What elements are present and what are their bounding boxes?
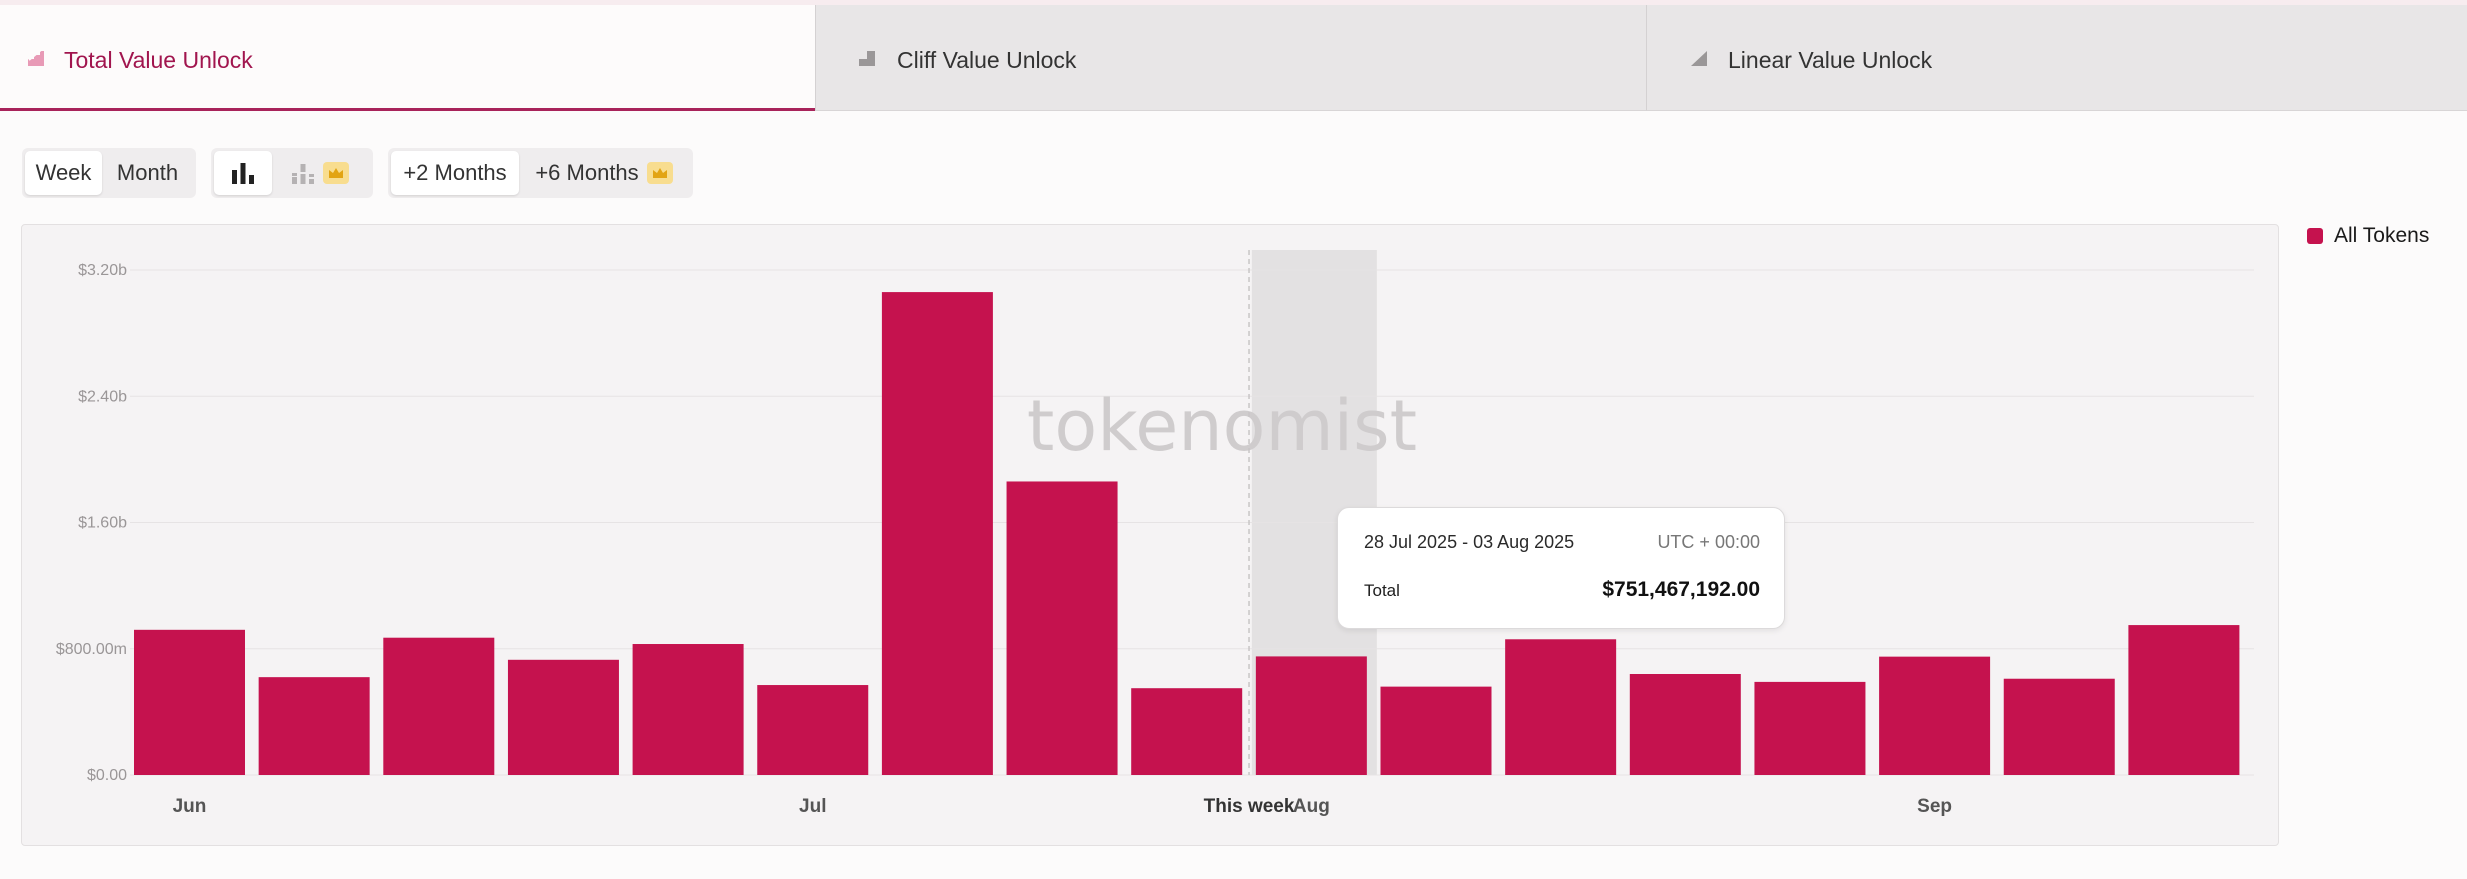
plus-6-months-button[interactable]: +6 Months — [519, 151, 689, 195]
bar — [507, 659, 619, 775]
tab-label: Total Value Unlock — [64, 47, 253, 73]
plus-6-months-label: +6 Months — [535, 160, 639, 185]
chart-tooltip: 28 Jul 2025 - 03 Aug 2025 UTC + 00:00 To… — [1337, 507, 1785, 629]
y-tick-label: $3.20b — [78, 262, 127, 279]
bar — [134, 629, 245, 775]
chart-style-toggle — [211, 148, 373, 198]
tab-linear-value-unlock[interactable]: Linear Value Unlock — [1646, 5, 2467, 111]
cliff-unlock-icon — [859, 51, 875, 66]
bar-chart-button[interactable] — [214, 151, 272, 195]
chart-legend[interactable]: All Tokens — [2307, 224, 2429, 248]
y-tick-label: $2.40b — [78, 388, 127, 405]
y-tick-label: $0.00 — [87, 767, 127, 784]
bar — [1505, 639, 1617, 775]
linear-unlock-icon — [1691, 51, 1707, 66]
legend-label: All Tokens — [2334, 224, 2430, 247]
y-tick-label: $1.60b — [78, 515, 127, 532]
tab-label: Cliff Value Unlock — [897, 47, 1077, 73]
bar — [1006, 481, 1118, 775]
bar — [881, 292, 993, 775]
range-toggle: +2 Months +6 Months — [388, 148, 693, 198]
bar — [2003, 678, 2115, 775]
bar — [383, 637, 495, 775]
tooltip-label: Total — [1364, 581, 1400, 600]
bar — [1879, 656, 1991, 775]
x-axis-label: Jun — [173, 796, 207, 817]
tokenomist-watermark: tokenomist — [1027, 385, 1417, 467]
x-axis-label: Aug — [1293, 796, 1330, 817]
bar-chart-icon — [232, 163, 254, 184]
crown-icon — [322, 162, 349, 184]
total-unlock-icon — [28, 49, 44, 66]
tab-total-value-unlock[interactable]: Total Value Unlock — [0, 5, 815, 111]
week-button[interactable]: Week — [25, 151, 102, 195]
granularity-toggle: Week Month — [22, 148, 196, 198]
unlock-tabs: Total Value Unlock Cliff Value Unlock Li… — [0, 5, 2467, 111]
tooltip-date-range: 28 Jul 2025 - 03 Aug 2025 — [1364, 532, 1575, 552]
x-axis-label: Jul — [799, 796, 826, 817]
tab-label: Linear Value Unlock — [1728, 47, 1933, 73]
y-tick-label: $800.00m — [56, 641, 127, 658]
bar — [1131, 688, 1243, 775]
x-axis-label: Sep — [1917, 796, 1952, 817]
legend-swatch — [2307, 228, 2323, 244]
value-unlock-bar-chart: $0.00 $800.00m $1.60b $2.40b $3.20b tokenomis… — [56, 250, 2254, 817]
tab-cliff-value-unlock[interactable]: Cliff Value Unlock — [815, 5, 1646, 111]
tooltip-timezone: UTC + 00:00 — [1657, 532, 1760, 552]
stacked-chart-icon — [291, 164, 314, 184]
plus-2-months-button[interactable]: +2 Months — [391, 151, 519, 195]
bar — [2128, 625, 2240, 775]
bar — [632, 644, 744, 775]
bar — [757, 685, 869, 775]
bar — [1380, 686, 1492, 775]
x-axis-label: This week — [1204, 796, 1295, 817]
bar — [258, 677, 370, 775]
crown-icon — [646, 162, 673, 184]
month-button[interactable]: Month — [102, 151, 193, 195]
bar — [1629, 674, 1741, 775]
chart-panel: $0.00 $800.00m $1.60b $2.40b $3.20b tokenomis… — [21, 224, 2279, 846]
bar — [1754, 681, 1866, 775]
tooltip-value: $751,467,192.00 — [1602, 578, 1760, 601]
stacked-chart-button[interactable] — [272, 151, 367, 195]
bar — [1255, 656, 1367, 775]
